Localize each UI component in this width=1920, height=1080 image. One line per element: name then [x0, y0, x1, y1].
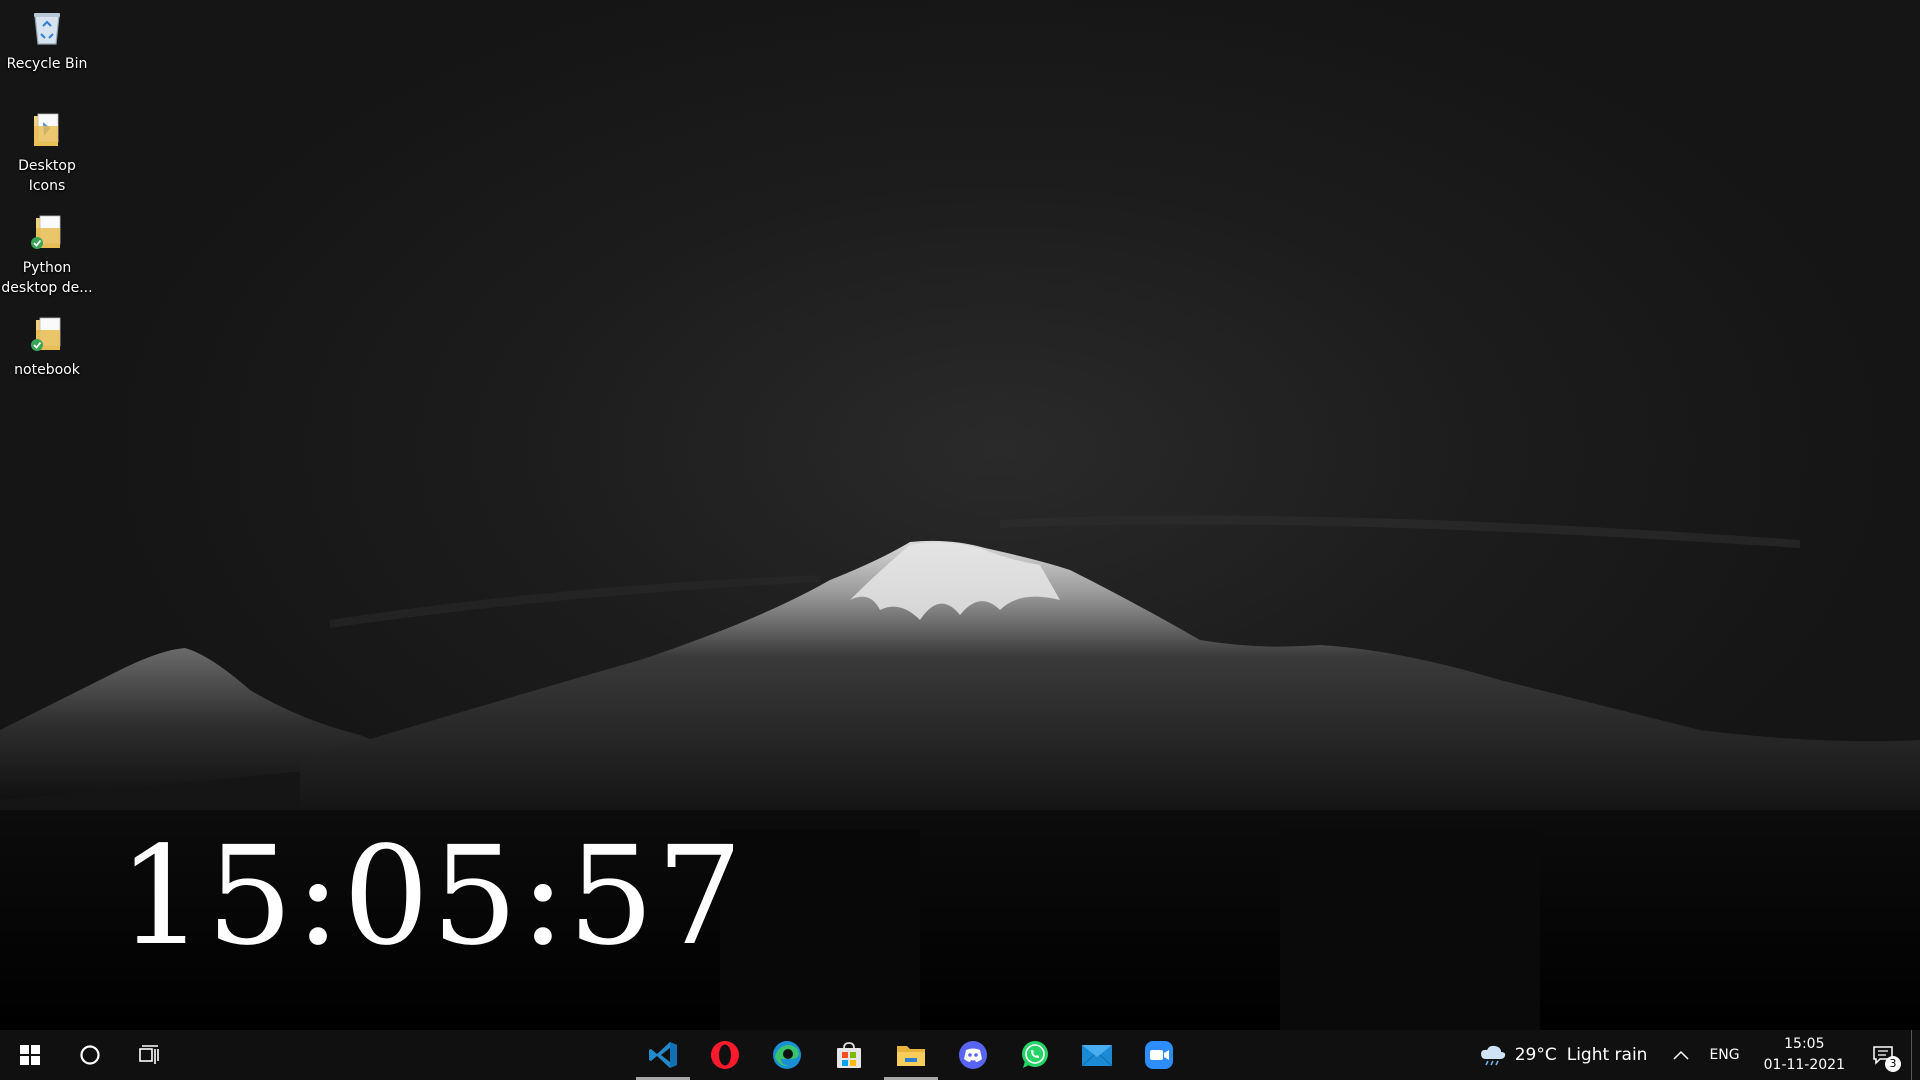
whatsapp-icon [1022, 1041, 1048, 1068]
taskbar-mail[interactable] [1066, 1030, 1128, 1080]
circle-icon [80, 1045, 100, 1065]
store-icon [837, 1042, 861, 1068]
start-button[interactable] [0, 1030, 60, 1080]
desktop-icons-shortcut[interactable]: Desktop Icons [0, 106, 94, 208]
opera-icon [711, 1041, 739, 1069]
folder-icon [897, 1046, 925, 1066]
weather-temperature: 29°C [1514, 1045, 1557, 1065]
notebook-folder-shortcut[interactable]: notebook [0, 310, 94, 412]
action-center-button[interactable]: 3 [1855, 1030, 1911, 1080]
mail-icon [1081, 1045, 1113, 1067]
cortana-button[interactable] [60, 1030, 120, 1080]
desktop-icons-label: Desktop Icons [18, 158, 76, 194]
taskbar-clock[interactable]: 15:05 01-11-2021 [1754, 1034, 1855, 1076]
taskbar-whatsapp[interactable] [1004, 1030, 1066, 1080]
cloud-rain-icon [1480, 1045, 1505, 1066]
notification-count-badge: 3 [1885, 1056, 1901, 1072]
taskbar-apps [632, 1030, 1190, 1080]
discord-icon [959, 1041, 987, 1069]
taskbar-left [0, 1030, 180, 1080]
vscode-icon [649, 1042, 677, 1068]
taskbar-file-explorer[interactable] [880, 1030, 942, 1080]
input-language-indicator[interactable]: ENG [1699, 1047, 1749, 1063]
taskbar-discord[interactable] [942, 1030, 1004, 1080]
taskbar-date: 01-11-2021 [1763, 1057, 1845, 1073]
notebook-label: notebook [14, 362, 80, 378]
folder-synced-icon [27, 314, 67, 354]
desktop[interactable]: Recycle Bin Desktop Icons Python desktop… [0, 0, 1920, 1030]
recycle-bin-shortcut[interactable]: Recycle Bin [0, 4, 94, 106]
chevron-up-icon [1673, 1050, 1689, 1060]
show-hidden-icons-button[interactable] [1663, 1030, 1699, 1080]
taskbar-opera[interactable] [694, 1030, 756, 1080]
desktop-icon-column: Recycle Bin Desktop Icons Python desktop… [0, 4, 94, 412]
zoom-icon [1145, 1041, 1173, 1069]
taskbar: 29°C Light rain ENG 15:05 01-11-2021 3 [0, 1030, 1920, 1080]
edge-icon [773, 1041, 801, 1069]
taskbar-edge[interactable] [756, 1030, 818, 1080]
python-folder-label: Python desktop de... [1, 260, 93, 296]
weather-widget[interactable]: 29°C Light rain [1473, 1030, 1654, 1080]
folder-synced-icon [27, 212, 67, 252]
python-folder-shortcut[interactable]: Python desktop de... [0, 208, 94, 310]
taskbar-store[interactable] [818, 1030, 880, 1080]
windows-logo-icon [20, 1045, 40, 1065]
recycle-bin-icon [27, 8, 67, 48]
system-tray: 29°C Light rain ENG 15:05 01-11-2021 3 [1473, 1030, 1920, 1080]
desktop-clock-widget: 15:05:57 [118, 818, 745, 976]
task-view-icon [139, 1045, 159, 1064]
taskbar-time: 15:05 [1784, 1036, 1825, 1052]
show-desktop-button[interactable] [1911, 1030, 1920, 1080]
taskbar-zoom[interactable] [1128, 1030, 1190, 1080]
task-view-button[interactable] [120, 1030, 180, 1080]
weather-condition: Light rain [1566, 1045, 1648, 1065]
folder-icon [27, 110, 67, 150]
taskbar-vscode[interactable] [632, 1030, 694, 1080]
recycle-bin-label: Recycle Bin [6, 56, 88, 72]
